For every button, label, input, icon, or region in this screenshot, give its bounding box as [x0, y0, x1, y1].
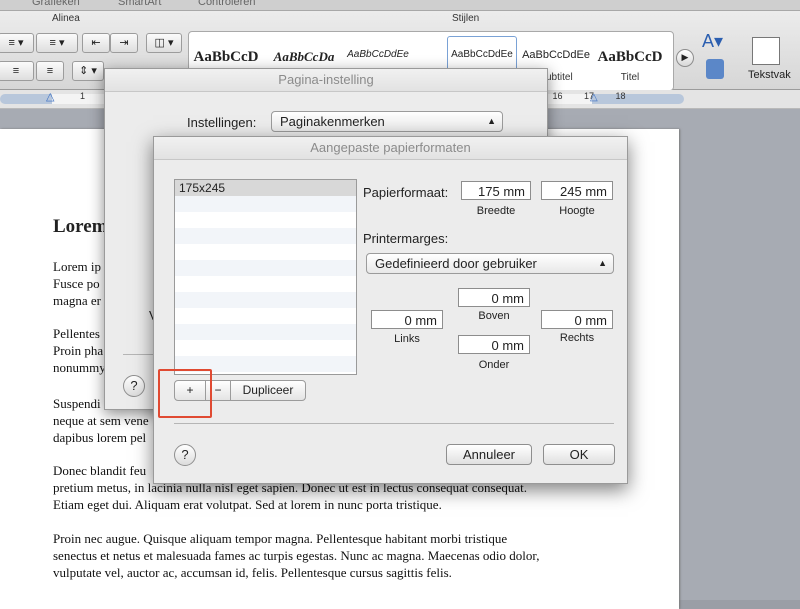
- style-sample-text: AaBbCcDdEe: [347, 49, 409, 60]
- style-sample-6[interactable]: AaBbCcD Titel: [595, 36, 665, 86]
- style-sample-text: AaBbCcD: [193, 49, 259, 65]
- dialog-separator: [174, 423, 614, 424]
- list-row-empty: [175, 244, 356, 260]
- styles-next-button[interactable]: ▶: [676, 49, 694, 67]
- decrease-indent-button[interactable]: ⇤: [82, 33, 110, 53]
- textbox-icon[interactable]: [752, 37, 780, 65]
- updown-arrows-icon: ▲: [598, 258, 607, 268]
- list-row-empty: [175, 308, 356, 324]
- updown-arrows-icon: ▲: [487, 116, 496, 126]
- list-row-empty: [175, 340, 356, 356]
- ruler-tick-label: 1: [80, 91, 86, 101]
- list-row-empty: [175, 260, 356, 276]
- list-row-empty: [175, 276, 356, 292]
- ruler-tick-label: 17: [584, 91, 595, 101]
- tab-grafieken[interactable]: Grafieken: [32, 0, 80, 8]
- group-label-stijlen: Stijlen: [452, 13, 480, 24]
- printer-margins-value: Gedefinieerd door gebruiker: [375, 256, 537, 271]
- style-sample-text: AaBbCcD: [597, 49, 663, 65]
- margin-top-field[interactable]: 0 mm: [458, 288, 530, 307]
- chevron-right-icon: ▶: [681, 52, 689, 62]
- custom-sizes-help-button[interactable]: ?: [174, 444, 196, 466]
- ruler-tick-label: 16: [552, 91, 563, 101]
- textbox-label: Tekstvak: [748, 69, 791, 81]
- height-field[interactable]: 245 mm: [541, 181, 613, 200]
- tab-controleren[interactable]: Controleren: [198, 0, 255, 8]
- document-title: Lorem: [53, 216, 108, 237]
- numbering-button[interactable]: ≡ ▾: [36, 33, 78, 53]
- indent-marker-icon[interactable]: △: [46, 90, 54, 103]
- width-label: Breedte: [476, 205, 516, 217]
- height-label: Hoogte: [559, 205, 595, 217]
- margin-bottom-label: Onder: [478, 359, 510, 371]
- ribbon-tab-bar: Grafieken SmartArt Controleren: [0, 0, 800, 11]
- custom-sizes-title: Aangepaste papierformaten: [154, 137, 627, 160]
- bullets-button[interactable]: ≡ ▾: [0, 33, 34, 53]
- settings-label: Instellingen:: [187, 115, 257, 130]
- add-button-highlight: [158, 369, 212, 418]
- margin-top-label: Boven: [478, 310, 510, 322]
- margin-bottom-field[interactable]: 0 mm: [458, 335, 530, 354]
- paper-size-list[interactable]: 175x245: [174, 179, 357, 375]
- printer-margins-popup[interactable]: Gedefinieerd door gebruiker ▲: [366, 253, 614, 274]
- list-row-empty: [175, 212, 356, 228]
- margin-left-field[interactable]: 0 mm: [371, 310, 443, 329]
- list-item[interactable]: 175x245: [175, 180, 356, 196]
- style-sample-text: AaBbCcDdEe: [522, 49, 590, 61]
- tab-smartart[interactable]: SmartArt: [118, 0, 161, 8]
- list-row-empty: [175, 324, 356, 340]
- increase-indent-button[interactable]: ⇥: [110, 33, 138, 53]
- style-sample-text: AaBbCcDa: [273, 49, 335, 64]
- line-spacing-button[interactable]: ⇕ ▾: [72, 61, 104, 81]
- style-name: Titel: [620, 72, 640, 83]
- margin-left-label: Links: [394, 333, 420, 345]
- columns-button[interactable]: ◫ ▾: [146, 33, 182, 53]
- page-setup-title: Pagina-instelling: [105, 69, 547, 92]
- printer-margins-label: Printermarges:: [363, 231, 449, 246]
- margin-right-label: Rechts: [559, 332, 595, 344]
- list-row-empty: [175, 228, 356, 244]
- settings-value: Paginakenmerken: [280, 114, 385, 129]
- cancel-button[interactable]: Annuleer: [446, 444, 532, 465]
- manage-styles-icon[interactable]: [706, 59, 724, 79]
- list-row-empty: [175, 196, 356, 212]
- ruler-tick-label: 18: [615, 91, 626, 101]
- settings-popup[interactable]: Paginakenmerken ▲: [271, 111, 503, 132]
- align-left-button[interactable]: ≡: [0, 61, 34, 81]
- width-field[interactable]: 175 mm: [461, 181, 531, 200]
- duplicate-button[interactable]: Dupliceer: [231, 381, 305, 400]
- ok-button[interactable]: OK: [543, 444, 615, 465]
- margin-right-field[interactable]: 0 mm: [541, 310, 613, 329]
- custom-paper-sizes-dialog: Aangepaste papierformaten 175x245 + − Du…: [153, 136, 628, 484]
- text-effects-icon[interactable]: A▾: [702, 31, 723, 52]
- group-label-alinea: Alinea: [52, 13, 80, 24]
- style-sample-text: AaBbCcDdEe: [451, 49, 513, 60]
- paragraph-5: Proin nec augue. Quisque aliquam tempor …: [53, 531, 540, 580]
- list-row-empty: [175, 292, 356, 308]
- paper-size-label: Papierformaat:: [363, 185, 449, 200]
- page-setup-help-button[interactable]: ?: [123, 375, 145, 397]
- align-center-button[interactable]: ≡: [36, 61, 64, 81]
